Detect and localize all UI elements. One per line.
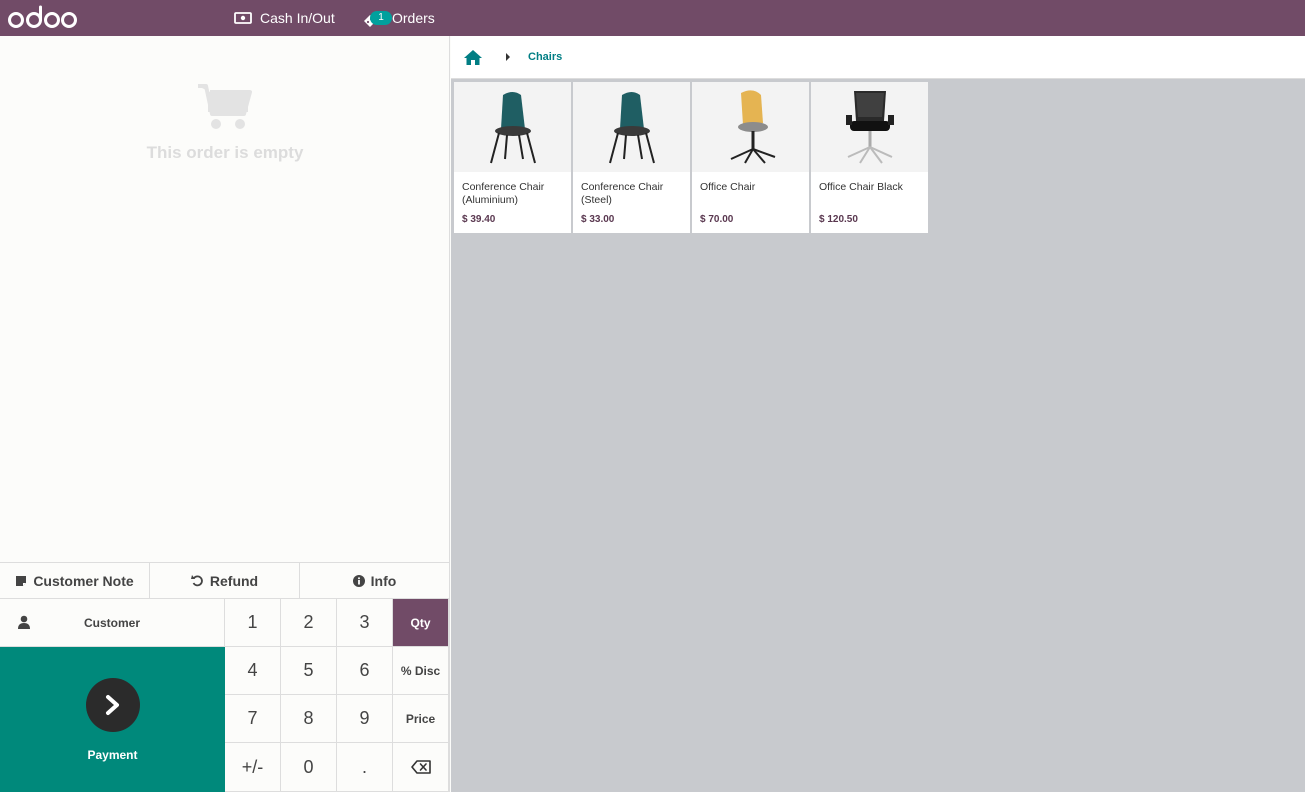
- numpad-qty-button[interactable]: Qty: [393, 599, 449, 647]
- numpad-plus-minus-key[interactable]: +/-: [225, 743, 281, 792]
- info-icon: [352, 574, 365, 587]
- numpad-key-3[interactable]: 3: [337, 599, 393, 647]
- product-name: Office Chair: [700, 181, 756, 193]
- chevron-right-icon: [105, 694, 119, 715]
- customer-note-button[interactable]: Customer Note: [0, 563, 150, 598]
- odoo-logo[interactable]: [8, 5, 78, 31]
- product-card[interactable]: Conference Chair (Steel) $ 33.00: [573, 82, 690, 233]
- shopping-cart-icon: [198, 84, 252, 129]
- product-price: $ 120.50: [819, 214, 858, 225]
- empty-order-placeholder: This order is empty: [0, 82, 450, 163]
- numpad-key-4[interactable]: 4: [225, 647, 281, 695]
- teal-chair-image: [608, 92, 655, 164]
- payment-button[interactable]: Payment: [0, 647, 225, 792]
- product-card[interactable]: Office Chair $ 70.00: [692, 82, 809, 233]
- product-name: Conference Chair (Aluminium): [462, 181, 545, 206]
- numpad-discount-button[interactable]: % Disc: [393, 647, 449, 695]
- numpad-key-8[interactable]: 8: [281, 695, 337, 743]
- product-image: [692, 82, 809, 172]
- info-label: Info: [370, 572, 397, 589]
- numpad-decimal-key[interactable]: .: [337, 743, 393, 792]
- money-icon: [234, 12, 252, 24]
- refund-label: Refund: [209, 572, 259, 589]
- numpad-backspace-key[interactable]: [393, 743, 449, 792]
- product-price: $ 39.40: [462, 214, 496, 225]
- cash-in-out-label: Cash In/Out: [260, 10, 335, 26]
- orders-count-badge: 1: [370, 11, 392, 25]
- product-panel: Chairs Conference Chair (Aluminium) $ 39…: [451, 36, 1305, 792]
- product-image: [573, 82, 690, 172]
- teal-chair-image: [489, 92, 536, 164]
- product-image: [454, 82, 571, 172]
- yellow-swivel-chair-image: [730, 90, 775, 164]
- black-office-chair-image: [845, 91, 894, 164]
- product-image: [811, 82, 928, 172]
- numpad-key-9[interactable]: 9: [337, 695, 393, 743]
- product-card[interactable]: Office Chair Black $ 120.50: [811, 82, 928, 233]
- customer-button[interactable]: Customer: [0, 599, 225, 647]
- backspace-icon: [410, 760, 431, 774]
- refund-button[interactable]: Refund: [150, 563, 300, 598]
- numpad-price-button[interactable]: Price: [393, 695, 449, 743]
- payment-label: Payment: [87, 747, 138, 762]
- order-panel: This order is empty Customer Note Refund…: [0, 36, 450, 792]
- customer-label: Customer: [83, 615, 140, 630]
- numpad: 1 2 3 Qty 4 5 6 % Disc 7 8 9 Price +/- 0…: [225, 599, 449, 792]
- orders-button[interactable]: 1 Orders: [362, 0, 435, 36]
- numpad-key-2[interactable]: 2: [281, 599, 337, 647]
- orders-label: Orders: [392, 10, 435, 26]
- numpad-key-5[interactable]: 5: [281, 647, 337, 695]
- customer-note-label: Customer Note: [33, 572, 134, 589]
- cash-in-out-button[interactable]: Cash In/Out: [234, 0, 335, 36]
- order-control-buttons: Customer Note Refund Info: [0, 562, 449, 599]
- top-navbar: Cash In/Out 1 Orders: [0, 0, 1305, 36]
- caret-right-icon: [506, 53, 510, 61]
- product-name: Conference Chair (Steel): [581, 181, 664, 206]
- numpad-key-6[interactable]: 6: [337, 647, 393, 695]
- product-price: $ 70.00: [700, 214, 734, 225]
- note-icon: [16, 575, 27, 586]
- numpad-key-7[interactable]: 7: [225, 695, 281, 743]
- numpad-key-1[interactable]: 1: [225, 599, 281, 647]
- breadcrumb-category-chairs[interactable]: Chairs: [528, 51, 562, 63]
- product-name: Office Chair Black: [819, 181, 903, 193]
- undo-icon: [190, 575, 203, 587]
- product-card[interactable]: Conference Chair (Aluminium) $ 39.40: [454, 82, 571, 233]
- category-breadcrumb: Chairs: [451, 36, 1305, 79]
- payment-circle: [85, 677, 140, 732]
- product-list: Conference Chair (Aluminium) $ 39.40 Con…: [454, 82, 930, 233]
- product-price: $ 33.00: [581, 214, 615, 225]
- info-button[interactable]: Info: [300, 563, 449, 598]
- user-icon: [18, 615, 30, 629]
- home-icon[interactable]: [463, 49, 483, 66]
- numpad-key-0[interactable]: 0: [281, 743, 337, 792]
- empty-order-text: This order is empty: [146, 143, 304, 162]
